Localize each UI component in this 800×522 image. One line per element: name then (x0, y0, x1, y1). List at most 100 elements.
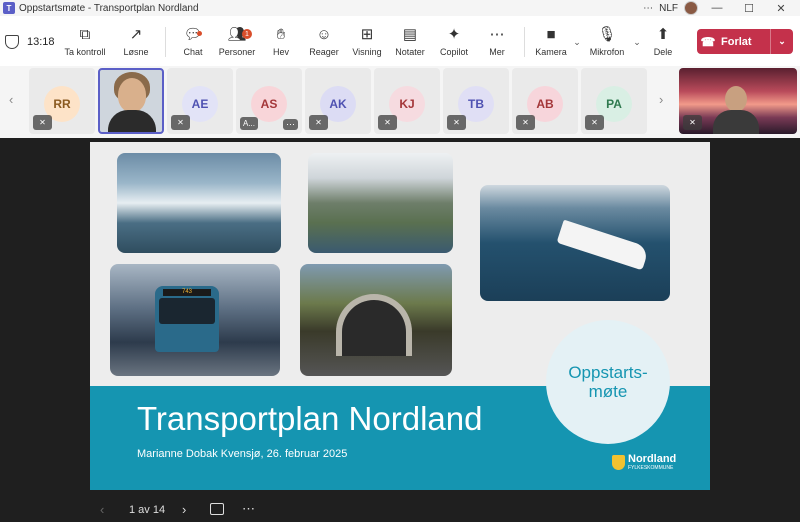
logo-sub-text: FYLKESKOMMUNE (628, 465, 674, 471)
notes-icon: ▤ (402, 26, 418, 43)
window-title: Oppstartsmøte - Transportplan Nordland (19, 2, 199, 14)
chat-unread-dot (197, 31, 202, 36)
slide-photo-ferry-deck (117, 153, 281, 253)
participant-more-icon[interactable]: ⋯ (283, 119, 298, 130)
ferry-shape (556, 219, 650, 271)
mic-muted-icon: ✕ (683, 115, 702, 130)
view-button[interactable]: ⊞ Visning (346, 26, 388, 58)
camera-options-chevron-icon[interactable]: ⌄ (571, 37, 583, 48)
take-control-icon: ⧉ (79, 26, 91, 43)
slide-photo-ferry-harbor (480, 185, 670, 301)
chat-icon: 💬︎ (183, 26, 203, 43)
mic-muted-icon: ✕ (378, 115, 397, 130)
bus-shape: 743 (155, 286, 219, 352)
self-video-tile[interactable]: ✕ (679, 68, 797, 134)
slide-photo-bus: 743 (110, 264, 280, 376)
leave-button[interactable]: ☎ Forlat ⌄ (697, 29, 793, 54)
bus-destination-sign: 743 (163, 289, 211, 296)
pop-out-icon: ↗ (129, 26, 143, 43)
bus-window (159, 298, 215, 324)
participant-video-body (108, 110, 156, 132)
share-icon: ⬆ (656, 26, 670, 43)
more-button[interactable]: ⋯ Mer (476, 26, 518, 58)
meeting-timer: 13:18 (27, 36, 55, 48)
shield-icon[interactable] (5, 35, 19, 49)
pop-out-button[interactable]: ↗ Løsne (113, 26, 159, 58)
participant-video-face (118, 78, 146, 112)
slide-badge-circle: Oppstarts-møte (546, 320, 670, 444)
tunnel-shape (336, 294, 412, 356)
self-video-face (725, 86, 747, 112)
participant-tile-as[interactable]: AS A... ⋯ (236, 68, 302, 134)
slide-photo-tunnel (300, 264, 452, 376)
more-options-icon[interactable]: ⋯ (643, 3, 653, 14)
chat-button[interactable]: 💬︎ Chat (172, 26, 214, 58)
slide-controls: ‹ 1 av 14 › ⋯ (0, 500, 800, 520)
participant-tile-tb[interactable]: TB ✕ (443, 68, 509, 134)
hand-icon: ✋︎ (276, 26, 286, 43)
phone-hangup-icon: ☎ (700, 34, 716, 49)
smiley-icon: ☺ (316, 26, 332, 43)
shared-content-stage: 743 Transportplan Nordland Marianne Doba… (0, 138, 800, 522)
raise-hand-button[interactable]: ✋︎ Hev (260, 26, 302, 58)
slide-subtitle: Marianne Dobak Kvensjø, 26. februar 2025 (137, 448, 348, 460)
user-initials[interactable]: NLF (659, 3, 678, 14)
participant-tile-rr[interactable]: RR ✕ (29, 68, 95, 134)
grid-view-icon: ⊞ (360, 26, 374, 43)
teams-app-icon: T (3, 2, 15, 14)
title-bar: T Oppstartsmøte - Transportplan Nordland… (0, 0, 800, 16)
user-avatar[interactable] (684, 1, 698, 15)
minimize-button[interactable]: — (704, 2, 730, 14)
slide-more-icon[interactable]: ⋯ (242, 501, 255, 517)
mic-options-chevron-icon[interactable]: ⌄ (631, 37, 643, 48)
slide-counter: 1 av 14 (129, 504, 166, 516)
slide-grid-icon[interactable] (210, 503, 224, 515)
slide-badge-text: Oppstarts-møte (568, 363, 648, 401)
mic-muted-icon: ✕ (585, 115, 604, 130)
close-button[interactable]: ✕ (768, 2, 794, 15)
participant-tile-ak[interactable]: AK ✕ (305, 68, 371, 134)
participant-tile-pa[interactable]: PA ✕ (581, 68, 647, 134)
camera-button[interactable]: ■ Kamera (531, 26, 571, 58)
share-button[interactable]: ⬆ Dele (643, 26, 683, 58)
presentation-slide: 743 Transportplan Nordland Marianne Doba… (90, 142, 710, 490)
mic-muted-icon: ✕ (447, 115, 466, 130)
nordland-shield-icon (612, 455, 625, 470)
strip-next-chevron-icon[interactable]: › (659, 92, 663, 107)
people-button[interactable]: 👥︎ 1 Personer (214, 27, 260, 58)
mic-muted-icon: ✕ (171, 115, 190, 130)
leave-options-chevron-icon[interactable]: ⌄ (771, 36, 793, 47)
toolbar-divider (165, 27, 166, 57)
maximize-button[interactable]: ☐ (736, 2, 762, 15)
logo-main-text: Nordland (628, 453, 677, 465)
prev-slide-chevron-icon[interactable]: ‹ (100, 502, 104, 517)
nordland-logo: Nordland FYLKESKOMMUNE (612, 454, 676, 471)
toolbar-divider (524, 27, 525, 57)
participant-tile-speaker[interactable] (98, 68, 164, 134)
title-bar-right: ⋯ NLF — ☐ ✕ (643, 1, 794, 15)
mic-muted-icon: ✕ (309, 115, 328, 130)
notes-button[interactable]: ▤ Notater (388, 26, 432, 58)
slide-title: Transportplan Nordland (137, 400, 483, 437)
participant-strip: ‹ RR ✕ AE ✕ AS A... ⋯ AK ✕ KJ ✕ TB ✕ AB … (0, 66, 800, 138)
participant-name-tag: A... (240, 117, 259, 130)
next-slide-chevron-icon[interactable]: › (182, 502, 186, 517)
people-badge: 1 (242, 29, 252, 39)
participant-tile-ae[interactable]: AE ✕ (167, 68, 233, 134)
copilot-button[interactable]: ✦ Copilot (432, 26, 476, 58)
mic-off-icon: 🎙︎ (597, 26, 617, 43)
react-button[interactable]: ☺ Reager (302, 26, 346, 58)
slide-photo-mountains (308, 153, 453, 253)
take-control-button[interactable]: ⧉ Ta kontroll (57, 26, 113, 58)
camera-icon: ■ (546, 26, 556, 43)
participant-tile-kj[interactable]: KJ ✕ (374, 68, 440, 134)
strip-prev-chevron-icon[interactable]: ‹ (9, 92, 13, 107)
mic-muted-icon: ✕ (516, 115, 535, 130)
meeting-toolbar: 13:18 ⧉ Ta kontroll ↗ Løsne 💬︎ Chat 👥︎ 1… (0, 18, 800, 66)
microphone-button[interactable]: 🎙︎ Mikrofon (583, 26, 631, 58)
participant-tile-ab[interactable]: AB ✕ (512, 68, 578, 134)
self-video-body (713, 110, 759, 134)
ellipsis-icon: ⋯ (489, 26, 505, 43)
copilot-icon: ✦ (447, 26, 461, 43)
mic-muted-icon: ✕ (33, 115, 52, 130)
